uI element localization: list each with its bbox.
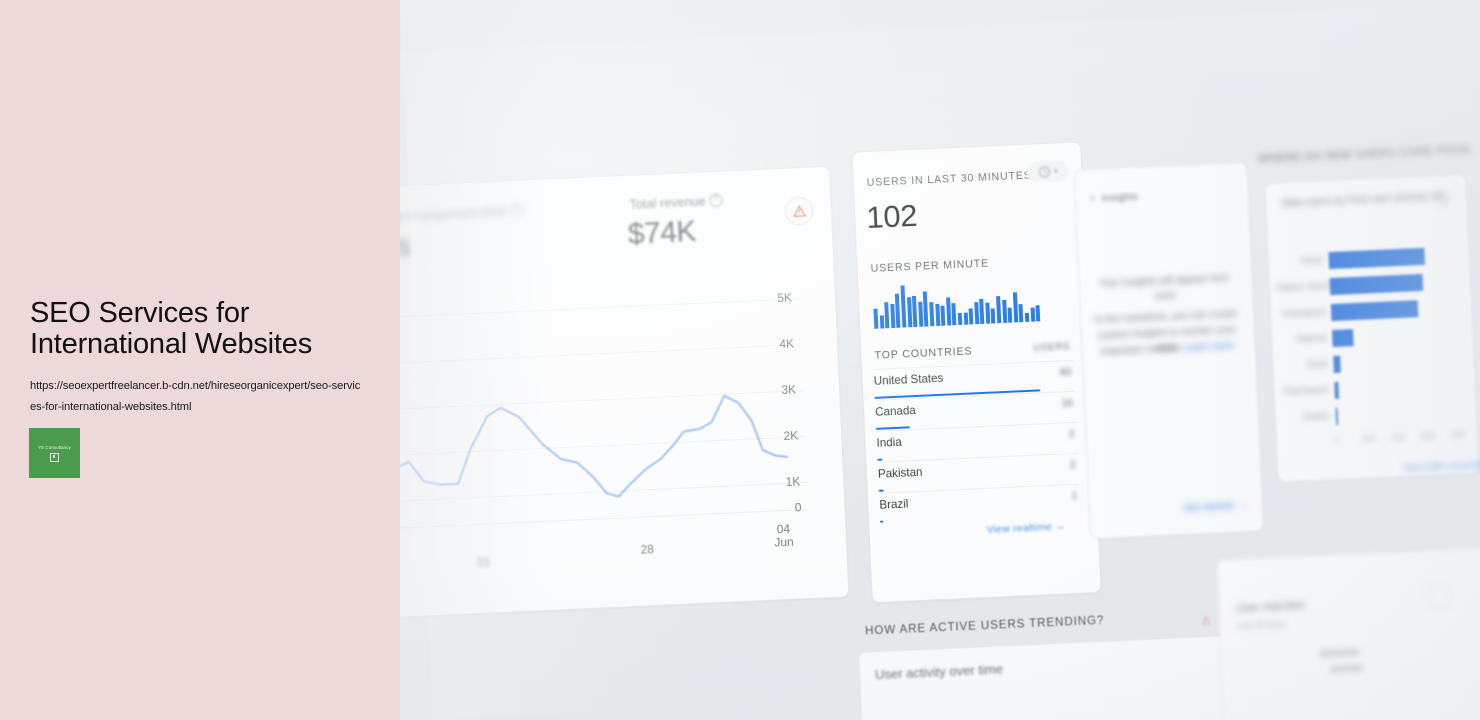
- upm-bar: [1024, 312, 1030, 322]
- upm-bar: [900, 285, 907, 328]
- left-text-panel: SEO Services for International Websites …: [0, 0, 400, 720]
- country-name: Pakistan: [877, 465, 923, 481]
- users-per-minute-chart: [872, 273, 1041, 329]
- country-users: 2: [1068, 427, 1075, 441]
- country-name: India: [876, 435, 903, 450]
- upm-bar: [1030, 307, 1035, 322]
- retention-cell: ▮ ▮ ▮ ▮ ▮ ▮: [1320, 647, 1359, 658]
- country-users: 16: [1061, 396, 1074, 410]
- upm-bar: [873, 308, 879, 329]
- country-name: Brazil: [879, 497, 909, 512]
- square-badge-icon: [50, 452, 59, 462]
- upm-bar: [1035, 305, 1041, 322]
- info-icon[interactable]: [1432, 191, 1450, 210]
- upm-bar: [973, 302, 979, 325]
- page-title: SEO Services for International Websites: [30, 297, 313, 360]
- country-users: 2: [1069, 458, 1077, 472]
- sessions-line-chart: [400, 394, 789, 504]
- y-tick-1k: 1K: [785, 474, 801, 489]
- upm-bar: [934, 303, 940, 327]
- y-tick-3k: 3K: [781, 382, 797, 398]
- bar-x-tick: 400: [1391, 432, 1406, 443]
- x-tick-28: 28: [640, 542, 655, 557]
- upm-bar: [968, 308, 974, 325]
- upm-bar: [991, 308, 996, 324]
- page-url[interactable]: https://seoexpertfreelancer.b-cdn.net/hi…: [30, 376, 363, 417]
- upm-bar: [890, 303, 896, 329]
- bar: [1333, 355, 1341, 374]
- country-name: United States: [873, 371, 944, 388]
- y-tick-2k: 2K: [783, 428, 799, 444]
- country-users: 80: [1059, 365, 1072, 379]
- upm-bar: [912, 295, 918, 328]
- dashboard-tilt-layer: Average engagement time 51s Total revenu…: [400, 0, 1480, 720]
- background-stripe: [400, 0, 1480, 56]
- insights-header: Insights: [1101, 190, 1139, 205]
- user-retention-card: [1216, 545, 1480, 720]
- upm-bar: [1018, 304, 1024, 323]
- warning-triangle-icon[interactable]: ⚠: [1201, 614, 1211, 627]
- y-tick-0: 0: [794, 500, 802, 515]
- upm-bar: [879, 315, 884, 329]
- country-users: 1: [1071, 489, 1078, 503]
- sparkle-icon: ✧: [1088, 193, 1097, 204]
- upm-bar: [945, 297, 952, 326]
- users-column-header: USERS: [1033, 340, 1071, 354]
- upm-bar: [906, 297, 912, 328]
- x-tick-21: 21: [476, 554, 491, 570]
- bar-x-tick: 600: [1421, 431, 1436, 442]
- y-tick-4k: 4K: [778, 336, 795, 352]
- upm-bar: [951, 303, 957, 326]
- upm-bar: [923, 291, 929, 327]
- bar-x-tick: 200: [1361, 434, 1376, 444]
- upm-bar: [996, 296, 1002, 324]
- metric-value-engagement: 51s: [400, 228, 411, 264]
- logo-label: YE Consultancy: [38, 444, 71, 450]
- learn-more-link[interactable]: Learn more: [1183, 341, 1235, 354]
- bar-x-tick: 0: [1333, 435, 1339, 446]
- screenshot-root: Average engagement time 51s Total revenu…: [0, 0, 1480, 720]
- upm-bar: [985, 302, 991, 324]
- upm-bar: [1007, 307, 1013, 323]
- realtime-pill[interactable]: [1025, 159, 1069, 183]
- upm-bar: [1012, 292, 1019, 323]
- metric-value-revenue: $74K: [627, 214, 697, 251]
- upm-bar: [957, 312, 963, 326]
- clock-icon: [1038, 165, 1050, 177]
- info-icon[interactable]: [510, 203, 524, 217]
- upm-bar: [929, 302, 935, 327]
- warning-triangle-icon: [792, 205, 806, 217]
- upm-bar: [884, 302, 890, 329]
- country-bar: [878, 489, 884, 492]
- retention-cell: ▮ ▮ ▮ ▮ ▮: [1331, 663, 1363, 674]
- country-bar: [877, 458, 883, 461]
- bar-x-tick: 800: [1451, 430, 1466, 440]
- dashboard-photo: Average engagement time 51s Total revenu…: [400, 0, 1480, 720]
- bar: [1334, 381, 1340, 399]
- country-bar: [880, 520, 884, 523]
- country-name: Canada: [874, 404, 917, 419]
- more-dots-icon: [1053, 169, 1057, 173]
- upm-bar: [1001, 299, 1007, 323]
- brand-logo[interactable]: YE Consultancy: [29, 428, 80, 478]
- x-tick-04jun: 04 Jun: [773, 521, 794, 550]
- retention-chart-thumb: [1427, 584, 1451, 608]
- upm-bar: [979, 298, 985, 324]
- info-icon[interactable]: [709, 193, 724, 207]
- upm-bar: [917, 301, 924, 327]
- upm-bar: [963, 312, 968, 325]
- upm-bar: [940, 305, 946, 326]
- bar-chart-section-heading: WHERE DO NEW USERS COME FROM: [1257, 143, 1472, 166]
- active-users-section-heading: HOW ARE ACTIVE USERS TRENDING?: [864, 613, 1105, 638]
- y-tick-5k: 5K: [776, 290, 793, 306]
- upm-bar: [895, 293, 901, 328]
- bar: [1331, 329, 1354, 348]
- realtime-users-value: 102: [865, 197, 918, 236]
